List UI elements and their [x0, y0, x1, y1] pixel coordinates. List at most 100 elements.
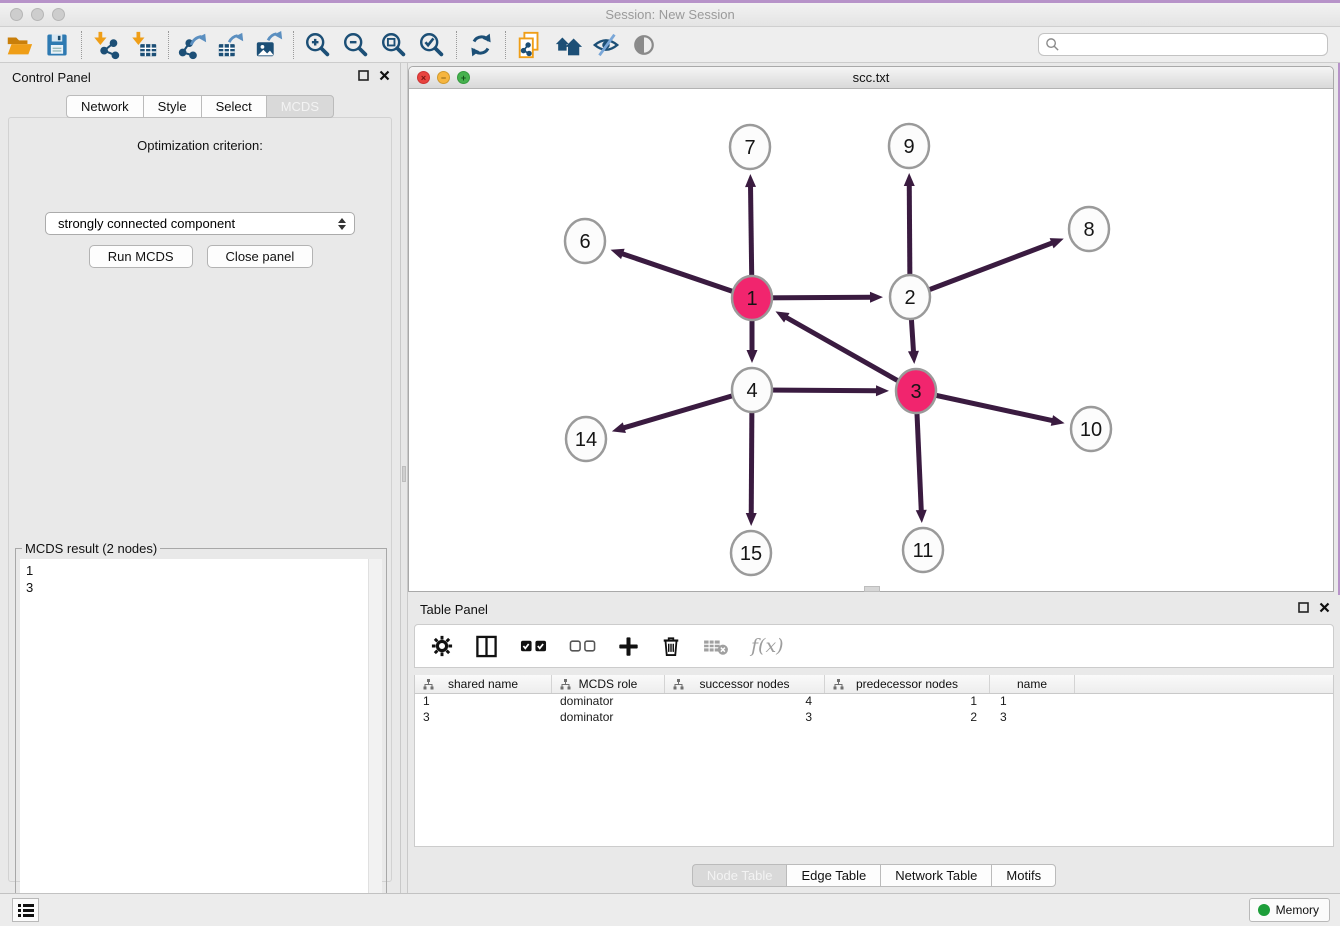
tab-motifs[interactable]: Motifs	[991, 864, 1056, 887]
graph-node-3[interactable]: 3	[896, 369, 936, 413]
zoom-selected-icon[interactable]	[413, 29, 451, 61]
graph-node-4[interactable]: 4	[732, 368, 772, 412]
graph-node-10[interactable]: 10	[1071, 407, 1111, 451]
graph-edge-arrowhead	[916, 510, 927, 523]
cell-predecessor-nodes[interactable]: 2	[825, 710, 990, 726]
list-icon	[17, 902, 35, 918]
graph-node-9[interactable]: 9	[889, 124, 929, 168]
close-panel-button[interactable]: Close panel	[207, 245, 314, 268]
cell-successor-nodes[interactable]: 4	[665, 694, 825, 710]
show-eye-icon[interactable]	[625, 29, 663, 61]
graph-node-6[interactable]: 6	[565, 219, 605, 263]
cell-shared-name[interactable]: 1	[415, 694, 552, 710]
function-builder-icon[interactable]: f(x)	[751, 635, 784, 657]
cell-mcds-role[interactable]: dominator	[552, 694, 665, 710]
graph-edge-arrowhead	[745, 174, 756, 187]
splitter-handle[interactable]	[402, 466, 406, 482]
search-input[interactable]	[1060, 35, 1327, 54]
cell-name[interactable]: 1	[990, 694, 1075, 710]
graph-node-11[interactable]: 11	[903, 528, 943, 572]
table-row[interactable]: 1 dominator 4 1 1	[415, 694, 1333, 710]
select-all-columns-icon[interactable]	[520, 637, 547, 655]
cell-shared-name[interactable]: 3	[415, 710, 552, 726]
network-window-title: scc.txt	[409, 70, 1333, 85]
close-panel-icon[interactable]	[379, 70, 390, 81]
add-column-icon[interactable]	[618, 636, 639, 657]
column-header-shared-name[interactable]: shared name	[415, 675, 552, 693]
svg-text:15: 15	[740, 543, 762, 565]
split-panes-icon[interactable]	[475, 635, 498, 658]
cell-mcds-role[interactable]: dominator	[552, 710, 665, 726]
horizontal-splitter-handle[interactable]	[864, 586, 880, 592]
column-header-mcds-role[interactable]: MCDS role	[552, 675, 665, 693]
graph-edge-arrowhead	[876, 385, 889, 396]
table-toolbar: f(x)	[414, 624, 1334, 668]
graph-node-8[interactable]: 8	[1069, 207, 1109, 251]
delete-table-icon[interactable]	[703, 635, 729, 657]
network-canvas[interactable]: 1 2 3 4 6 7 8 9 10 11 14 15	[409, 89, 1333, 591]
graph-node-1[interactable]: 1	[732, 276, 772, 320]
network-window-titlebar: × − + scc.txt	[409, 67, 1333, 89]
graph-edge-3-1[interactable]	[786, 317, 916, 391]
graph-node-15[interactable]: 15	[731, 531, 771, 575]
tab-network[interactable]: Network	[66, 95, 143, 118]
tab-mcds[interactable]: MCDS	[266, 95, 334, 118]
toolbar-separator	[456, 31, 457, 59]
attribute-icon	[833, 679, 844, 690]
float-panel-icon[interactable]	[1298, 602, 1309, 613]
graph-node-2[interactable]: 2	[890, 275, 930, 319]
vertical-splitter[interactable]	[400, 63, 408, 893]
cell-name[interactable]: 3	[990, 710, 1075, 726]
column-header-predecessor-nodes[interactable]: predecessor nodes	[825, 675, 990, 693]
network-minimize-button[interactable]: −	[437, 71, 450, 84]
control-panel-tabs: Network Style Select MCDS	[0, 95, 400, 118]
network-graph[interactable]: 1 2 3 4 6 7 8 9 10 11 14 15	[409, 89, 1333, 591]
tab-style[interactable]: Style	[143, 95, 201, 118]
zoom-out-icon[interactable]	[337, 29, 375, 61]
network-maximize-button[interactable]: +	[457, 71, 470, 84]
network-close-button[interactable]: ×	[417, 71, 430, 84]
mcds-result-text[interactable]: 1 3	[20, 559, 368, 925]
cell-predecessor-nodes[interactable]: 1	[825, 694, 990, 710]
close-panel-icon[interactable]	[1319, 602, 1330, 613]
hide-panels-icon[interactable]	[587, 29, 625, 61]
float-panel-icon[interactable]	[358, 70, 369, 81]
graph-edge-2-8[interactable]	[910, 243, 1053, 297]
apply-layout-icon[interactable]	[462, 29, 500, 61]
memory-button[interactable]: Memory	[1249, 898, 1330, 922]
settings-gear-icon[interactable]	[431, 635, 453, 657]
table-panel-tabs: Node Table Edge Table Network Table Moti…	[408, 864, 1340, 887]
tab-edge-table[interactable]: Edge Table	[786, 864, 880, 887]
export-table-icon[interactable]	[212, 29, 250, 61]
graph-node-14[interactable]: 14	[566, 417, 606, 461]
delete-columns-trash-icon[interactable]	[661, 635, 681, 657]
cell-successor-nodes[interactable]: 3	[665, 710, 825, 726]
save-session-icon[interactable]	[38, 29, 76, 61]
table-header-row: shared name MCDS role successor nodes pr…	[415, 675, 1333, 694]
import-network-icon[interactable]	[87, 29, 125, 61]
graph-edge-arrowhead	[611, 249, 625, 259]
graph-node-7[interactable]: 7	[730, 125, 770, 169]
search-box	[1038, 33, 1328, 56]
open-session-icon[interactable]	[0, 29, 38, 61]
control-panel: Control Panel Network Style Select MCDS …	[0, 63, 400, 893]
graph-edge-arrowhead	[746, 513, 757, 526]
column-header-name[interactable]: name	[990, 675, 1075, 693]
copy-network-icon[interactable]	[511, 29, 549, 61]
go-home-icon[interactable]	[549, 29, 587, 61]
export-image-icon[interactable]	[250, 29, 288, 61]
task-history-button[interactable]	[12, 898, 39, 922]
table-row[interactable]: 3 dominator 3 2 3	[415, 710, 1333, 726]
import-table-icon[interactable]	[125, 29, 163, 61]
column-header-successor-nodes[interactable]: successor nodes	[665, 675, 825, 693]
run-mcds-button[interactable]: Run MCDS	[89, 245, 193, 268]
tab-network-table[interactable]: Network Table	[880, 864, 991, 887]
export-network-icon[interactable]	[174, 29, 212, 61]
unselect-all-columns-icon[interactable]	[569, 637, 596, 655]
tab-select[interactable]: Select	[201, 95, 266, 118]
tab-node-table[interactable]: Node Table	[692, 864, 787, 887]
zoom-in-icon[interactable]	[299, 29, 337, 61]
result-scrollbar[interactable]	[368, 559, 382, 925]
zoom-fit-icon[interactable]	[375, 29, 413, 61]
criterion-select[interactable]: strongly connected component	[45, 212, 355, 235]
